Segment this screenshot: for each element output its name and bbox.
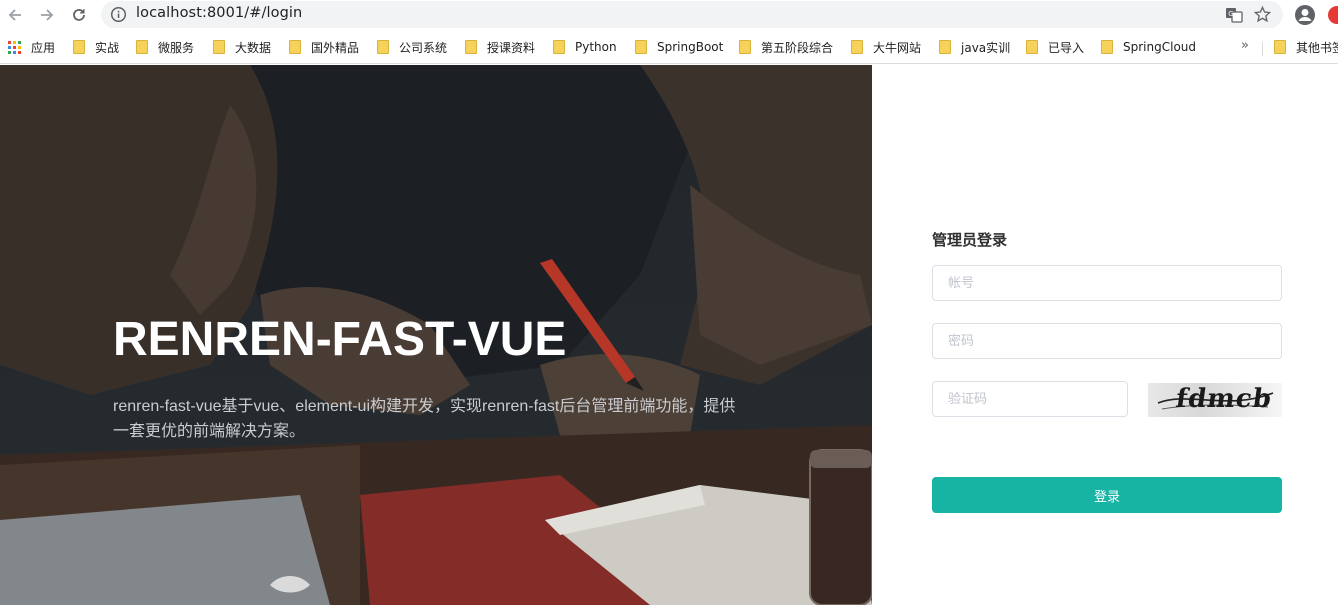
- info-icon[interactable]: [110, 6, 127, 23]
- captcha-image[interactable]: fdmcb: [1148, 383, 1282, 417]
- captcha-input[interactable]: [933, 382, 1127, 416]
- arrow-left-icon: [8, 9, 21, 21]
- bookmark-label: 大数据: [235, 40, 272, 55]
- bookmarks-separator: [1262, 42, 1263, 56]
- forward-button[interactable]: [35, 3, 59, 27]
- password-input[interactable]: [933, 324, 1281, 358]
- bookmark-label: Python: [575, 40, 617, 54]
- bookmark-item[interactable]: 应用: [8, 38, 55, 56]
- login-panel: 管理员登录 fdmcb 登录: [872, 65, 1338, 605]
- password-field[interactable]: [932, 323, 1282, 359]
- star-icon[interactable]: [1253, 5, 1272, 24]
- bookmark-label: 第五阶段综合: [761, 40, 834, 55]
- extension-icon[interactable]: [1328, 6, 1338, 24]
- bookmarks-bar: » 其他书签 应用 实战 微服务 大数据 国外精品 公司系统 授课资料 Python Sprin…: [0, 30, 1338, 64]
- bookmark-label: java实训: [961, 40, 1011, 55]
- reload-icon: [73, 9, 85, 21]
- username-field[interactable]: [932, 265, 1282, 301]
- bookmark-item[interactable]: 公司系统: [377, 38, 447, 56]
- hero-banner: RENREN-FAST-VUE renren-fast-vue基于vue、ele…: [0, 65, 872, 605]
- svg-text:G: G: [1228, 10, 1233, 18]
- bookmark-item[interactable]: 微服务: [136, 38, 194, 56]
- reload-button[interactable]: [67, 3, 91, 27]
- apps-grid-icon: [8, 40, 21, 54]
- bookmark-item[interactable]: java实训: [939, 38, 1010, 56]
- translate-icon[interactable]: G: [1225, 6, 1243, 24]
- folder-icon: [73, 40, 85, 54]
- bookmark-label: 其他书签: [1296, 40, 1338, 55]
- folder-icon: [377, 40, 389, 54]
- login-title: 管理员登录: [932, 231, 1008, 249]
- address-bar[interactable]: localhost:8001/#/login G: [101, 1, 1283, 28]
- bookmark-item[interactable]: 大牛网站: [851, 38, 921, 56]
- bookmark-label: 实战: [95, 40, 120, 55]
- profile-icon[interactable]: [1294, 4, 1316, 26]
- bookmark-item[interactable]: 国外精品: [289, 38, 359, 56]
- browser-toolbar: localhost:8001/#/login G: [0, 0, 1338, 30]
- bookmark-item[interactable]: 已导入: [1026, 38, 1084, 56]
- bookmark-item[interactable]: SpringBoot: [635, 38, 723, 56]
- bookmark-item[interactable]: 大数据: [213, 38, 271, 56]
- brand-description: renren-fast-vue基于vue、element-ui构建开发，实现re…: [113, 398, 736, 440]
- folder-icon: [851, 40, 863, 54]
- folder-icon: [739, 40, 751, 54]
- url-text[interactable]: localhost:8001/#/login: [136, 5, 302, 21]
- folder-icon: [635, 40, 647, 54]
- username-input[interactable]: [933, 266, 1281, 300]
- folder-icon: [1274, 40, 1286, 54]
- folder-icon: [136, 40, 148, 54]
- back-button[interactable]: [3, 3, 27, 27]
- bookmark-label: 授课资料: [487, 40, 536, 55]
- folder-icon: [553, 40, 565, 54]
- brand-title: RENREN-FAST-VUE: [113, 313, 567, 366]
- bookmark-label: 国外精品: [311, 40, 360, 55]
- bookmark-label: SpringCloud: [1123, 40, 1197, 54]
- bookmark-other[interactable]: 其他书签: [1274, 38, 1338, 56]
- folder-icon: [1101, 40, 1113, 54]
- bookmark-item[interactable]: SpringCloud: [1101, 38, 1196, 56]
- bookmark-item[interactable]: 第五阶段综合: [739, 38, 833, 56]
- bookmark-item[interactable]: 实战: [73, 38, 119, 56]
- folder-icon: [465, 40, 477, 54]
- folder-icon: [939, 40, 951, 54]
- bookmark-item[interactable]: Python: [553, 38, 617, 56]
- bookmarks-more-button[interactable]: »: [1241, 38, 1249, 53]
- bookmark-label: 大牛网站: [873, 40, 922, 55]
- captcha-field[interactable]: [932, 381, 1128, 417]
- bookmark-label: SpringBoot: [657, 40, 724, 54]
- captcha-text: fdmcb: [1173, 384, 1274, 414]
- bookmark-label: 微服务: [158, 40, 195, 55]
- login-button[interactable]: 登录: [932, 477, 1282, 513]
- bookmark-label: 公司系统: [399, 40, 448, 55]
- folder-icon: [213, 40, 225, 54]
- folder-icon: [1026, 40, 1038, 54]
- bookmark-label: 已导入: [1048, 40, 1085, 55]
- folder-icon: [289, 40, 301, 54]
- bookmark-item[interactable]: 授课资料: [465, 38, 535, 56]
- bookmark-label: 应用: [31, 40, 56, 55]
- arrow-right-icon: [41, 9, 54, 21]
